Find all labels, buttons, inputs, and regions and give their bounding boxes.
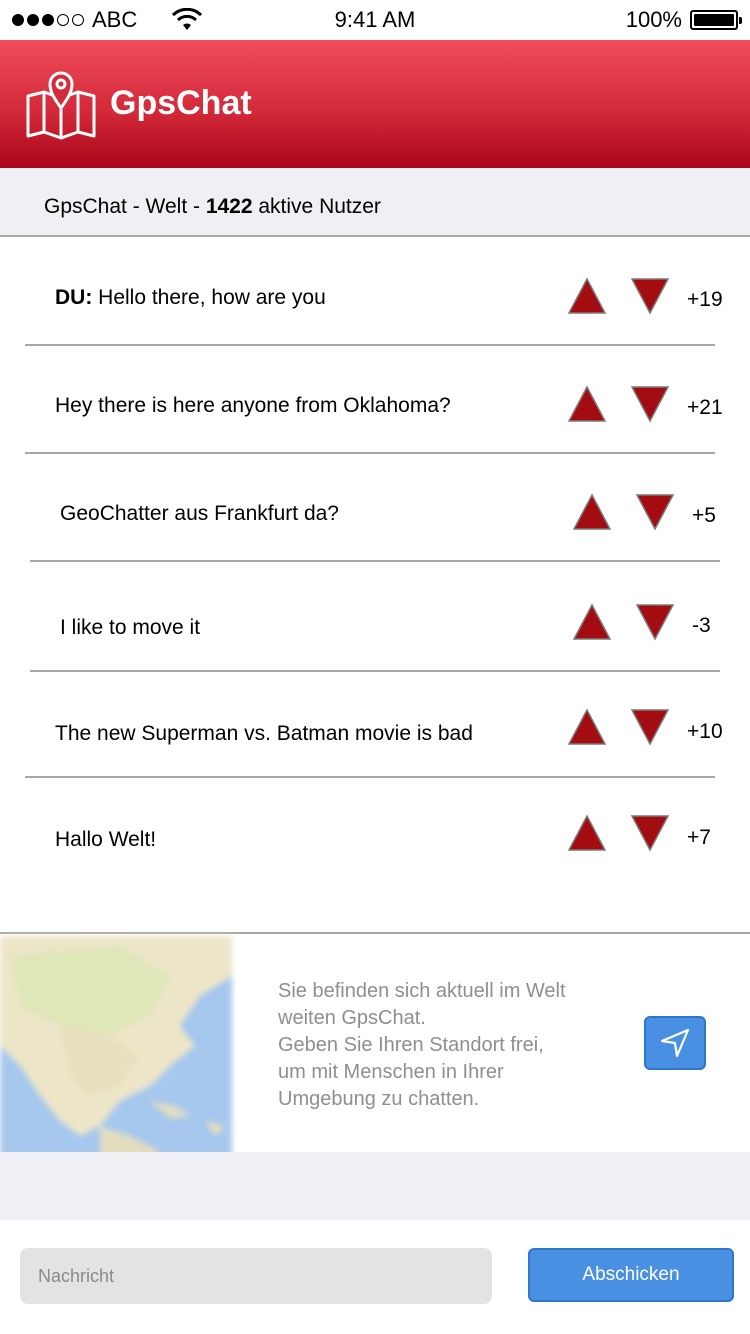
map-thumbnail[interactable] (0, 936, 232, 1162)
message-text: GeoChatter aus Frankfurt da? (60, 502, 339, 526)
battery-percent: 100% (625, 7, 682, 32)
message-text: The new Superman vs. Batman movie is bad (55, 722, 473, 746)
status-bar: ABC 9:41 AM 100% (0, 0, 750, 40)
message-text: Hallo Welt! (55, 828, 156, 852)
location-prompt-panel: Sie befinden sich aktuell im Welt weiten… (0, 932, 750, 1162)
downvote-icon[interactable] (630, 814, 670, 852)
vote-score: +19 (687, 288, 723, 311)
list-item: Hey there is here anyone from Oklahoma? … (25, 346, 723, 454)
message-input[interactable] (20, 1248, 492, 1304)
list-item: Hallo Welt! +7 (25, 778, 715, 886)
vote-score: +21 (687, 396, 723, 419)
message-body: GeoChatter aus Frankfurt da? (60, 502, 339, 525)
message-text: Hey there is here anyone from Oklahoma? (55, 394, 451, 418)
map-image (0, 936, 232, 1162)
downvote-icon[interactable] (630, 385, 670, 423)
channel-info-bar: GpsChat - Welt - 1422 aktive Nutzer (0, 168, 750, 237)
message-body: The new Superman vs. Batman movie is bad (55, 722, 473, 745)
battery-status: 100% (625, 7, 742, 33)
vote-score: +5 (692, 504, 716, 527)
downvote-icon[interactable] (630, 277, 670, 315)
message-list: DU: Hello there, how are you +19 Hey the… (0, 238, 750, 932)
location-text-line: Sie befinden sich aktuell im Welt (278, 980, 566, 1002)
share-location-button[interactable] (644, 1016, 706, 1070)
upvote-icon[interactable] (567, 814, 607, 852)
message-text: I like to move it (60, 616, 200, 640)
upvote-icon[interactable] (572, 493, 612, 531)
location-arrow-icon (660, 1028, 690, 1058)
app-title: GpsChat (110, 84, 252, 122)
upvote-icon[interactable] (567, 277, 607, 315)
upvote-icon[interactable] (567, 708, 607, 746)
message-text: DU: Hello there, how are you (55, 286, 326, 310)
message-body: Hallo Welt! (55, 828, 157, 851)
location-text-line: um mit Menschen in Ihrer (278, 1061, 504, 1083)
channel-suffix: aktive Nutzer (252, 195, 381, 218)
list-item: The new Superman vs. Batman movie is bad… (25, 672, 723, 778)
battery-icon (690, 10, 742, 30)
upvote-icon[interactable] (567, 385, 607, 423)
message-body: I like to move it (60, 616, 201, 639)
downvote-icon[interactable] (630, 708, 670, 746)
list-item: I like to move it -3 (30, 562, 720, 672)
location-text-line: Geben Sie Ihren Standort frei, (278, 1034, 544, 1056)
location-info-text: Sie befinden sich aktuell im Welt weiten… (278, 978, 608, 1113)
message-author: DU: (55, 286, 93, 309)
vote-score: +10 (687, 720, 723, 743)
send-button[interactable]: Abschicken (528, 1248, 734, 1302)
downvote-icon[interactable] (635, 603, 675, 641)
vote-score: +7 (687, 826, 711, 849)
list-item: GeoChatter aus Frankfurt da? +5 (30, 454, 720, 562)
upvote-icon[interactable] (572, 603, 612, 641)
message-body: Hello there, how are you (92, 286, 326, 309)
app-header: GpsChat (0, 40, 750, 168)
message-body: Hey there is here anyone from Oklahoma? (55, 394, 451, 417)
downvote-icon[interactable] (635, 493, 675, 531)
channel-prefix: GpsChat - Welt - (44, 195, 206, 218)
list-item: DU: Hello there, how are you +19 (25, 238, 723, 346)
active-user-count: 1422 (205, 195, 253, 218)
message-composer: Abschicken (0, 1220, 750, 1334)
location-text-line: weiten GpsChat. (278, 1007, 426, 1029)
map-pin-icon (26, 71, 96, 140)
vote-score: -3 (692, 614, 711, 637)
location-text-line: Umgebung zu chatten. (278, 1088, 480, 1110)
spacer (0, 1152, 750, 1220)
